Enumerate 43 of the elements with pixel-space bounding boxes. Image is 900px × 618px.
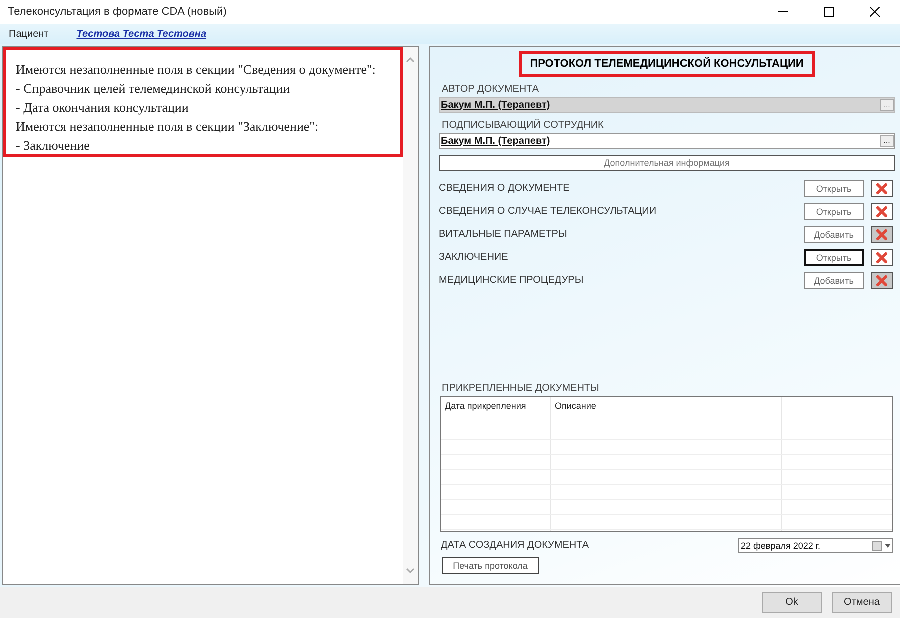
delete-button[interactable] xyxy=(871,203,893,220)
print-button[interactable]: Печать протокола xyxy=(442,557,539,574)
message-line: - Справочник целей телемединской консультации xyxy=(16,80,292,98)
cross-icon xyxy=(876,182,888,194)
cross-icon xyxy=(876,206,888,218)
field-label: АВТОР ДОКУМЕНТА xyxy=(442,84,540,95)
section-label: СВЕДЕНИЯ О СЛУЧАЕ ТЕЛЕКОНСУЛЬТАЦИИ xyxy=(439,206,658,217)
date-label: ДАТА СОЗДАНИЯ ДОКУМЕНТА xyxy=(441,540,590,551)
message-line: Имеются незаполненные поля в секции "Заключение": xyxy=(16,118,320,136)
dialog-button[interactable]: Отмена xyxy=(832,592,892,613)
patient-link[interactable]: Тестова Теста Тестовна xyxy=(76,28,207,40)
cross-icon xyxy=(876,274,888,286)
extra-info-button[interactable]: Дополнительная информация xyxy=(439,155,895,171)
browse-button[interactable]: ... xyxy=(880,135,894,147)
window-title: Телеконсультация в формате CDA (новый) xyxy=(8,6,227,18)
employee-field[interactable]: Бакум М.П. (Терапевт) ... xyxy=(439,133,895,149)
attachments-label: ПРИКРЕПЛЕННЫЕ ДОКУМЕНТЫ xyxy=(442,383,600,394)
delete-button[interactable] xyxy=(871,180,893,197)
protocol-title: ПРОТОКОЛ ТЕЛЕМЕДИЦИНСКОЙ КОНСУЛЬТАЦИИ xyxy=(519,51,815,77)
section-label: МЕДИЦИНСКИЕ ПРОЦЕДУРЫ xyxy=(439,275,585,286)
section-button[interactable]: Добавить xyxy=(804,226,864,243)
maximize-icon[interactable] xyxy=(824,7,834,17)
field-label: ПОДПИСЫВАЮЩИЙ СОТРУДНИК xyxy=(442,120,605,131)
close-icon[interactable] xyxy=(870,7,880,17)
section-button[interactable]: Открыть xyxy=(804,203,864,220)
date-field[interactable]: 22 февраля 2022 г. xyxy=(738,538,893,553)
cross-icon xyxy=(876,252,888,264)
message-line: - Заключение xyxy=(16,137,91,155)
cross-icon xyxy=(876,228,888,240)
dialog-button[interactable]: Ok xyxy=(762,592,822,613)
section-label: СВЕДЕНИЯ О ДОКУМЕНТЕ xyxy=(439,183,571,194)
column-header[interactable]: Дата прикрепления xyxy=(441,397,551,425)
patient-label: Пациент xyxy=(9,28,49,40)
section-label: ЗАКЛЮЧЕНИЕ xyxy=(439,252,510,263)
section-button[interactable]: Открыть xyxy=(804,180,864,197)
section-button[interactable]: Открыть xyxy=(804,249,864,266)
delete-button[interactable] xyxy=(871,249,893,266)
section-button[interactable]: Добавить xyxy=(804,272,864,289)
section-label: ВИТАЛЬНЫЕ ПАРАМЕТРЫ xyxy=(439,229,568,240)
calendar-dropdown-icon[interactable] xyxy=(872,540,892,550)
message-line: Имеются незаполненные поля в секции "Сведения о документе": xyxy=(16,61,377,79)
column-header[interactable]: Описание xyxy=(551,397,782,425)
message-line: - Дата окончания консультации xyxy=(16,99,190,117)
